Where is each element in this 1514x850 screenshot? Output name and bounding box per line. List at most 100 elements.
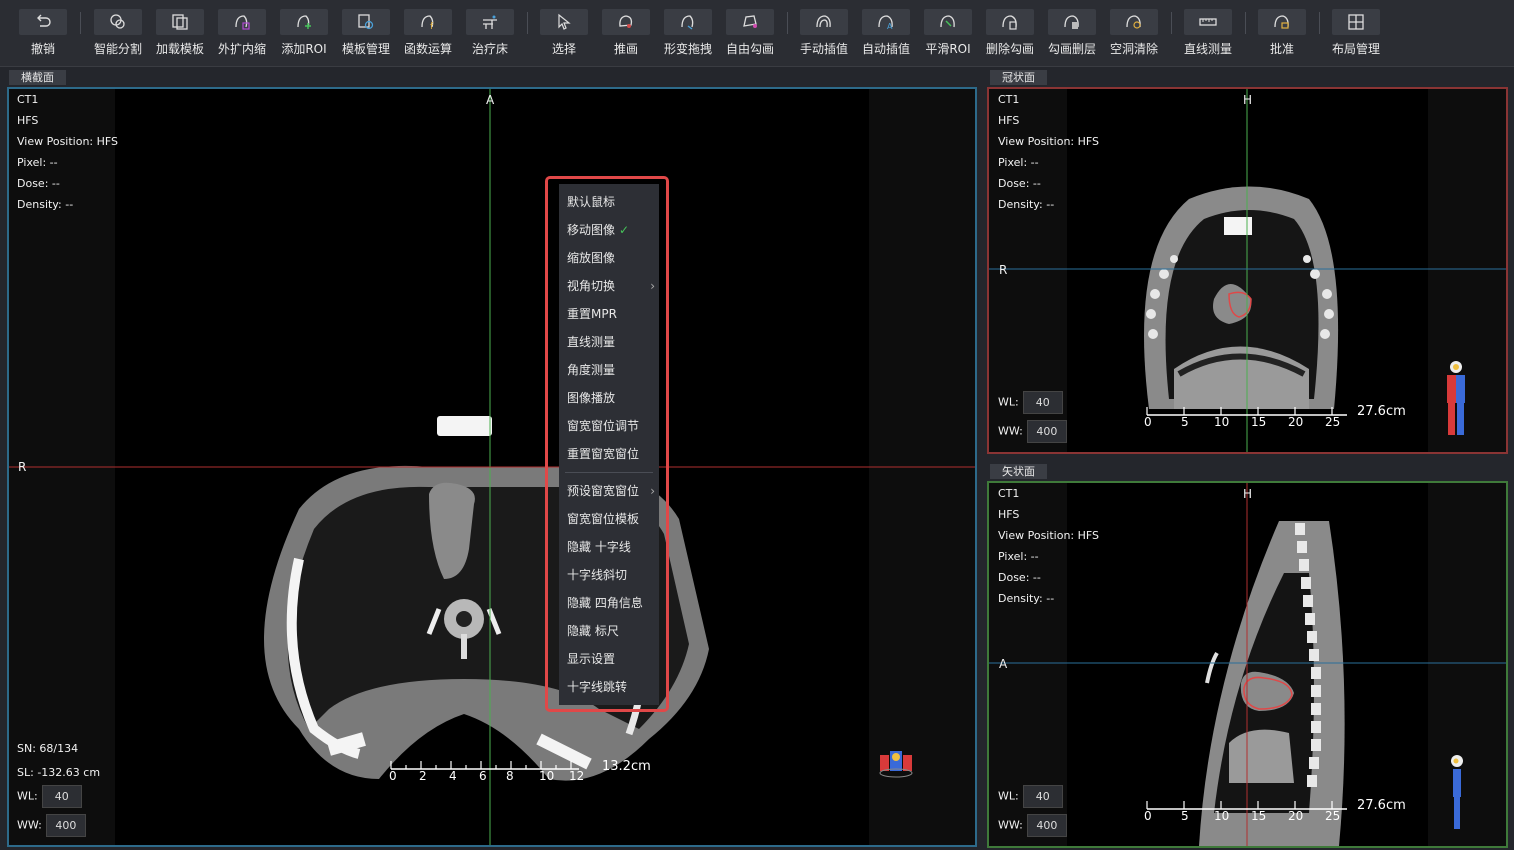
sagittal-ww-input[interactable]: 400 [1026, 814, 1067, 837]
tab-sagittal[interactable]: 矢状面 [990, 464, 1047, 479]
free-draw-icon [743, 15, 757, 28]
svg-text:A: A [887, 22, 893, 31]
checkmark-icon: ✓ [619, 223, 630, 237]
hole-clear-icon [1126, 15, 1141, 29]
free-draw-button[interactable]: 自由勾画 [719, 9, 781, 61]
coronal-ww-input[interactable]: 400 [1026, 420, 1067, 443]
axial-ct-image [9, 89, 975, 845]
manual-interp-button[interactable]: 手动插值 [793, 9, 855, 61]
undo-icon [37, 14, 51, 27]
tab-coronal[interactable]: 冠状面 [990, 70, 1047, 85]
ruler-button[interactable]: 直线测量 [1177, 9, 1239, 61]
load-template-icon [172, 14, 188, 30]
menu-item-window-adjust[interactable]: 窗宽窗位调节 [559, 412, 659, 440]
delete-slice-icon [1064, 15, 1079, 29]
layout-button[interactable]: 布局管理 [1325, 9, 1387, 61]
menu-item-reset-window[interactable]: 重置窗宽窗位 [559, 440, 659, 468]
approve-button[interactable]: 批准 [1251, 9, 1313, 61]
human-side-figure-icon [1451, 755, 1463, 829]
menu-item-hide-crosshair[interactable]: 隐藏 十字线 [559, 533, 659, 561]
sagittal-info: CT1 HFS View Position: HFS Pixel: -- Dos… [998, 487, 1100, 605]
axial-wl: WL: 40 [17, 785, 82, 808]
function-icon: f [421, 15, 434, 32]
axial-orient-top: A [486, 93, 495, 107]
menu-item-crosshair-oblique[interactable]: 十字线斜切 [559, 561, 659, 589]
add-roi-button[interactable]: 添加ROI [273, 9, 335, 61]
toolbar-separator [527, 12, 528, 34]
layout-icon [1348, 14, 1364, 30]
chevron-right-icon: › [650, 279, 655, 293]
menu-item-view-switch[interactable]: 视角切换 › [559, 272, 659, 300]
push-draw-icon [619, 15, 633, 28]
menu-item-line-measure[interactable]: 直线测量 [559, 328, 659, 356]
smooth-roi-icon [940, 15, 955, 28]
menu-separator [565, 472, 653, 473]
deform-drag-button[interactable]: 形变拖拽 [657, 9, 719, 61]
toolbar: 撤销 智能分割 加载模板 外扩内缩 添加ROI 模板管理 f 函数运算 治疗床 选… [0, 0, 1514, 67]
svg-text:f: f [430, 22, 434, 32]
toolbar-separator [1245, 12, 1246, 34]
coronal-ww: WW: 400 [998, 420, 1067, 443]
deform-drag-icon [681, 15, 694, 30]
menu-item-hide-corner-info[interactable]: 隐藏 四角信息 [559, 589, 659, 617]
menu-item-move-image[interactable]: 移动图像 ✓ [559, 216, 659, 244]
smooth-roi-button[interactable]: 平滑ROI [917, 9, 979, 61]
hole-clear-button[interactable]: 空洞清除 [1103, 9, 1165, 61]
delete-contour-icon [1002, 15, 1017, 30]
delete-contour-button[interactable]: 删除勾画 [979, 9, 1041, 61]
menu-item-zoom-image[interactable]: 缩放图像 [559, 244, 659, 272]
axial-info: CT1 HFS View Position: HFS Pixel: -- Dos… [17, 93, 119, 211]
menu-item-window-template[interactable]: 窗宽窗位模板 [559, 505, 659, 533]
expand-shrink-icon [235, 15, 250, 30]
coronal-scale-length: 27.6cm [1357, 404, 1406, 419]
sagittal-wl-input[interactable]: 40 [1022, 785, 1063, 808]
menu-item-preset-window[interactable]: 预设窗宽窗位 › [559, 477, 659, 505]
context-menu: 默认鼠标 移动图像 ✓ 缩放图像 视角切换 › 重置MPR 直线测量 角度测量 图像… [559, 184, 659, 705]
sagittal-wl: WL: 40 [998, 785, 1063, 808]
add-roi-icon [297, 15, 311, 29]
smart-segment-button[interactable]: 智能分割 [87, 9, 149, 61]
menu-item-default-mouse[interactable]: 默认鼠标 [559, 188, 659, 216]
coronal-orient-left: R [999, 263, 1008, 277]
menu-item-display-settings[interactable]: 显示设置 [559, 645, 659, 673]
menu-item-crosshair-jump[interactable]: 十字线跳转 [559, 673, 659, 701]
axial-viewport[interactable]: A R CT1 HFS View Position: HFS Pixel: --… [7, 87, 977, 847]
push-draw-button[interactable]: 推画 [595, 9, 657, 61]
load-template-button[interactable]: 加载模板 [149, 9, 211, 61]
auto-interp-button[interactable]: A 自动插值 [855, 9, 917, 61]
manual-interp-icon [816, 15, 831, 28]
axial-scale-length: 13.2cm [602, 759, 651, 774]
menu-item-image-play[interactable]: 图像播放 [559, 384, 659, 412]
select-cursor-icon [558, 13, 571, 30]
human-figure-icon [1447, 361, 1465, 435]
menu-item-hide-ruler[interactable]: 隐藏 标尺 [559, 617, 659, 645]
auto-interp-icon: A [878, 15, 893, 31]
menu-item-reset-mpr[interactable]: 重置MPR [559, 300, 659, 328]
axial-scale-labels: 0 2 4 6 8 10 12 [389, 769, 585, 783]
axial-orient-left: R [18, 460, 27, 474]
chevron-right-icon: › [650, 484, 655, 498]
template-manage-button[interactable]: 模板管理 [335, 9, 397, 61]
axial-wl-input[interactable]: 40 [41, 785, 82, 808]
select-button[interactable]: 选择 [533, 9, 595, 61]
orientation-figure-icon [879, 751, 913, 778]
axial-slice-info: SN: 68/134 SL: -132.63 cm [17, 742, 101, 779]
couch-icon [483, 15, 497, 29]
template-manage-icon [358, 14, 374, 30]
coronal-viewport[interactable]: H R CT1 HFS View Position: HFS Pixel: --… [987, 87, 1508, 454]
coronal-wl-input[interactable]: 40 [1022, 391, 1063, 414]
couch-button[interactable]: 治疗床 [459, 9, 521, 61]
sagittal-scale-labels: 0 5 10 15 20 25 [1144, 809, 1341, 823]
sagittal-viewport[interactable]: H A CT1 HFS View Position: HFS Pixel: --… [987, 481, 1508, 848]
ruler-icon [1199, 18, 1217, 26]
undo-button[interactable]: 撤销 [12, 9, 74, 61]
smart-segment-icon [110, 14, 125, 29]
delete-slice-button[interactable]: 勾画删层 [1041, 9, 1103, 61]
axial-ww-input[interactable]: 400 [45, 814, 86, 837]
menu-item-angle-measure[interactable]: 角度测量 [559, 356, 659, 384]
tab-axial[interactable]: 横截面 [9, 70, 66, 85]
function-button[interactable]: f 函数运算 [397, 9, 459, 61]
expand-shrink-button[interactable]: 外扩内缩 [211, 9, 273, 61]
toolbar-separator [787, 12, 788, 34]
coronal-orient-top: H [1243, 93, 1253, 107]
